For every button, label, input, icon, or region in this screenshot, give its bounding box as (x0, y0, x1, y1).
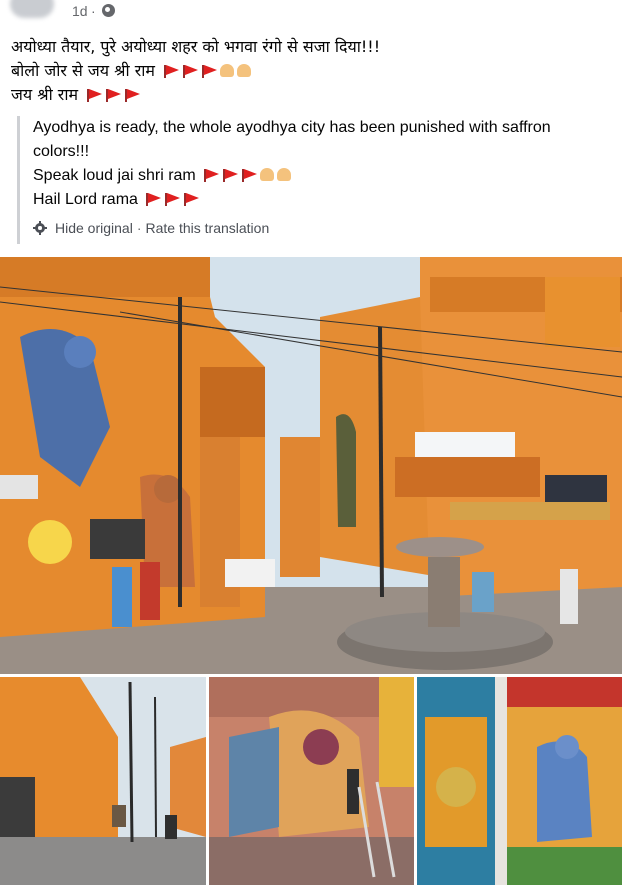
triangular-flag-icon (182, 65, 199, 78)
triangular-flag-icon (183, 193, 200, 206)
triangular-flag-icon (201, 65, 218, 78)
folded-hands-icon (237, 64, 252, 77)
triangular-flag-icon (203, 169, 220, 182)
main-photo-street[interactable] (0, 257, 622, 674)
triangular-flag-icon (241, 169, 258, 182)
translation-line-1: Ayodhya is ready, the whole ayodhya city… (33, 119, 551, 136)
hide-original-link[interactable]: Hide original (55, 220, 133, 236)
translation-text: Ayodhya is ready, the whole ayodhya city… (33, 116, 551, 212)
avatar[interactable] (10, 0, 54, 18)
translation-actions: Hide original · Rate this translation (33, 220, 269, 236)
original-line-3: जय श्री राम (11, 83, 380, 107)
photo-street-lamps[interactable] (0, 677, 206, 885)
triangular-flag-icon (163, 65, 180, 78)
translation-block: Ayodhya is ready, the whole ayodhya city… (17, 116, 620, 244)
post-timestamp[interactable]: 1d (72, 3, 88, 19)
post-header: 1d · (0, 0, 622, 24)
triangular-flag-icon (222, 169, 239, 182)
triangular-flag-icon (105, 89, 122, 102)
original-line-1: अयोध्या तैयार, पुरे अयोध्या शहर को भगवा … (11, 37, 381, 56)
folded-hands-icon (220, 64, 235, 77)
translation-line-2: colors!!! (33, 143, 90, 160)
original-line-2: बोलो जोर से जय श्री राम (11, 59, 380, 83)
timestamp-separator: · (91, 3, 96, 19)
post-original-text: अयोध्या तैयार, पुरे अयोध्या शहर को भगवा … (11, 35, 380, 107)
triangular-flag-icon (164, 193, 181, 206)
action-separator: · (136, 220, 142, 236)
photo-mural-painting[interactable] (209, 677, 414, 885)
folded-hands-icon (277, 168, 292, 181)
triangular-flag-icon (86, 89, 103, 102)
translation-line-4: Hail Lord rama (33, 188, 551, 212)
gear-icon[interactable] (33, 221, 47, 235)
rate-translation-link[interactable]: Rate this translation (146, 220, 270, 236)
globe-icon[interactable] (102, 4, 115, 17)
folded-hands-icon (260, 168, 275, 181)
triangular-flag-icon (124, 89, 141, 102)
triangular-flag-icon (145, 193, 162, 206)
translation-line-3: Speak loud jai shri ram (33, 164, 551, 188)
photo-painted-pillars[interactable] (417, 677, 622, 885)
